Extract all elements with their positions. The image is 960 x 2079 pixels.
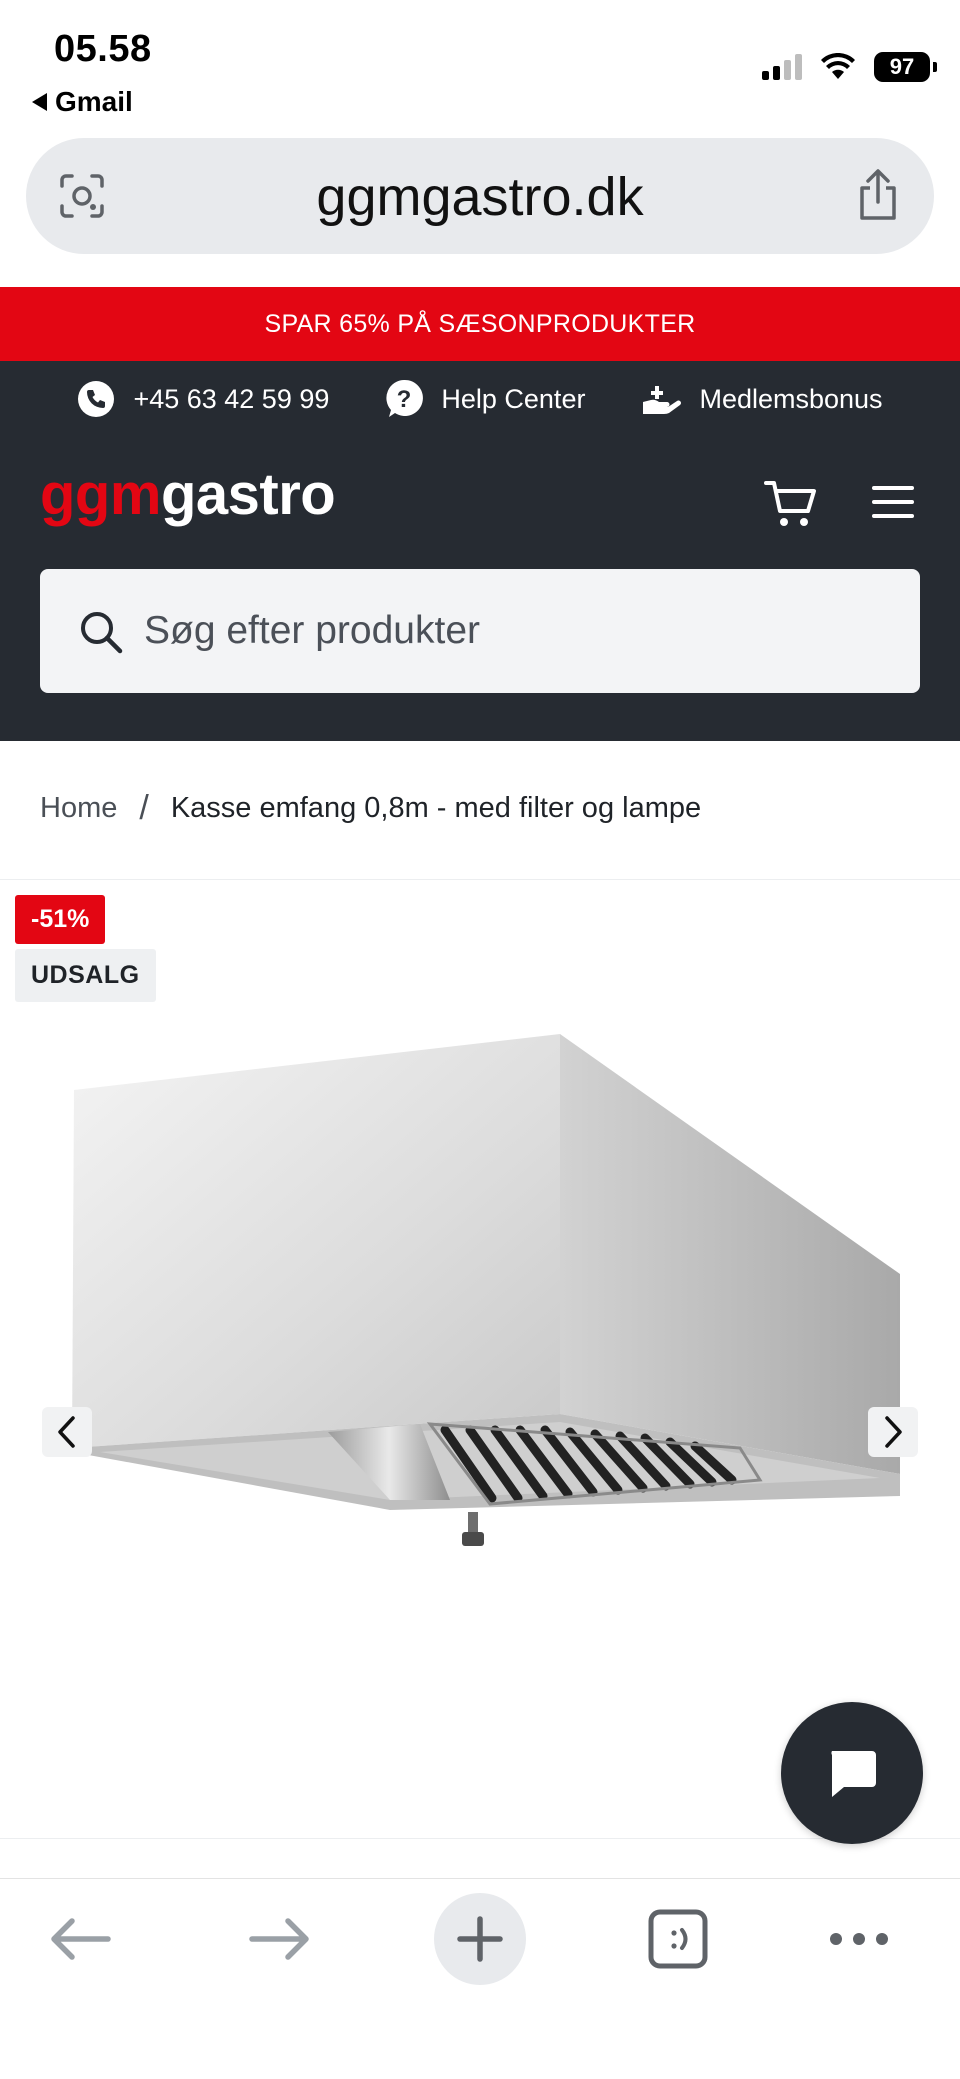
product-image[interactable]: [60, 1020, 910, 1560]
breadcrumb: Home / Kasse emfang 0,8m - med filter og…: [40, 789, 701, 828]
back-to-app-link[interactable]: Gmail: [32, 86, 133, 118]
svg-text:?: ?: [397, 386, 412, 413]
help-icon: ?: [386, 379, 424, 417]
wifi-icon: [821, 53, 855, 79]
share-icon[interactable]: [854, 168, 902, 222]
phone-number: +45 63 42 59 99: [133, 383, 330, 414]
back-triangle-icon: [32, 93, 47, 111]
breadcrumb-separator: /: [139, 789, 149, 827]
phone-icon: [78, 381, 115, 417]
plus-icon: [457, 1916, 503, 1962]
chevron-left-icon: [58, 1416, 75, 1448]
member-bonus-label: Medlemsbonus: [699, 383, 883, 414]
back-arrow-icon: [51, 1918, 111, 1960]
gallery-next-button[interactable]: [868, 1407, 918, 1457]
sale-badge: UDSALG: [15, 949, 156, 1002]
discount-badge: -51%: [15, 895, 106, 944]
more-button[interactable]: [813, 1893, 905, 1985]
search-input[interactable]: [144, 599, 884, 663]
status-bar: 05.58 Gmail 97: [0, 0, 960, 130]
forward-arrow-icon: [249, 1918, 309, 1960]
url-bar[interactable]: ggmgastro.dk: [26, 138, 934, 254]
bonus-hand-icon: [643, 386, 682, 414]
more-icon: [830, 1933, 888, 1945]
promo-banner[interactable]: SPAR 65% PÅ SÆSONPRODUKTER: [0, 287, 960, 361]
breadcrumb-home[interactable]: Home: [40, 792, 117, 825]
contact-row: +45 63 42 59 99 ? Help Center Medlemsbon…: [0, 361, 960, 437]
battery-indicator: 97: [874, 52, 937, 82]
tab-switcher-button[interactable]: [632, 1893, 724, 1985]
product-gallery[interactable]: -51% UDSALG: [0, 879, 960, 1839]
search-box[interactable]: [40, 569, 920, 693]
member-bonus-link[interactable]: Medlemsbonus: [641, 382, 883, 416]
browser-toolbar: [0, 1878, 960, 2079]
gallery-prev-button[interactable]: [42, 1407, 92, 1457]
url-text[interactable]: ggmgastro.dk: [26, 166, 934, 228]
site-header: +45 63 42 59 99 ? Help Center Medlemsbon…: [0, 361, 960, 741]
cart-icon[interactable]: [764, 479, 818, 529]
cellular-signal-icon: [762, 54, 802, 80]
site-logo[interactable]: ggmgastro: [40, 461, 336, 528]
back-button[interactable]: [34, 1893, 126, 1985]
status-indicators: 97: [762, 52, 937, 82]
phone-link[interactable]: +45 63 42 59 99: [77, 380, 329, 418]
chat-button[interactable]: [781, 1702, 923, 1844]
menu-icon[interactable]: [870, 483, 916, 521]
forward-button[interactable]: [234, 1893, 326, 1985]
help-center-label: Help Center: [441, 383, 586, 414]
tabs-icon: [648, 1909, 708, 1969]
status-time: 05.58: [54, 28, 152, 70]
breadcrumb-current: Kasse emfang 0,8m - med filter og lampe: [170, 792, 702, 824]
search-icon: [81, 612, 123, 654]
chevron-right-icon: [885, 1416, 902, 1448]
back-app-label: Gmail: [55, 86, 133, 117]
new-tab-button[interactable]: [434, 1893, 526, 1985]
help-center-link[interactable]: ? Help Center: [385, 379, 585, 419]
chat-icon: [831, 1751, 876, 1797]
